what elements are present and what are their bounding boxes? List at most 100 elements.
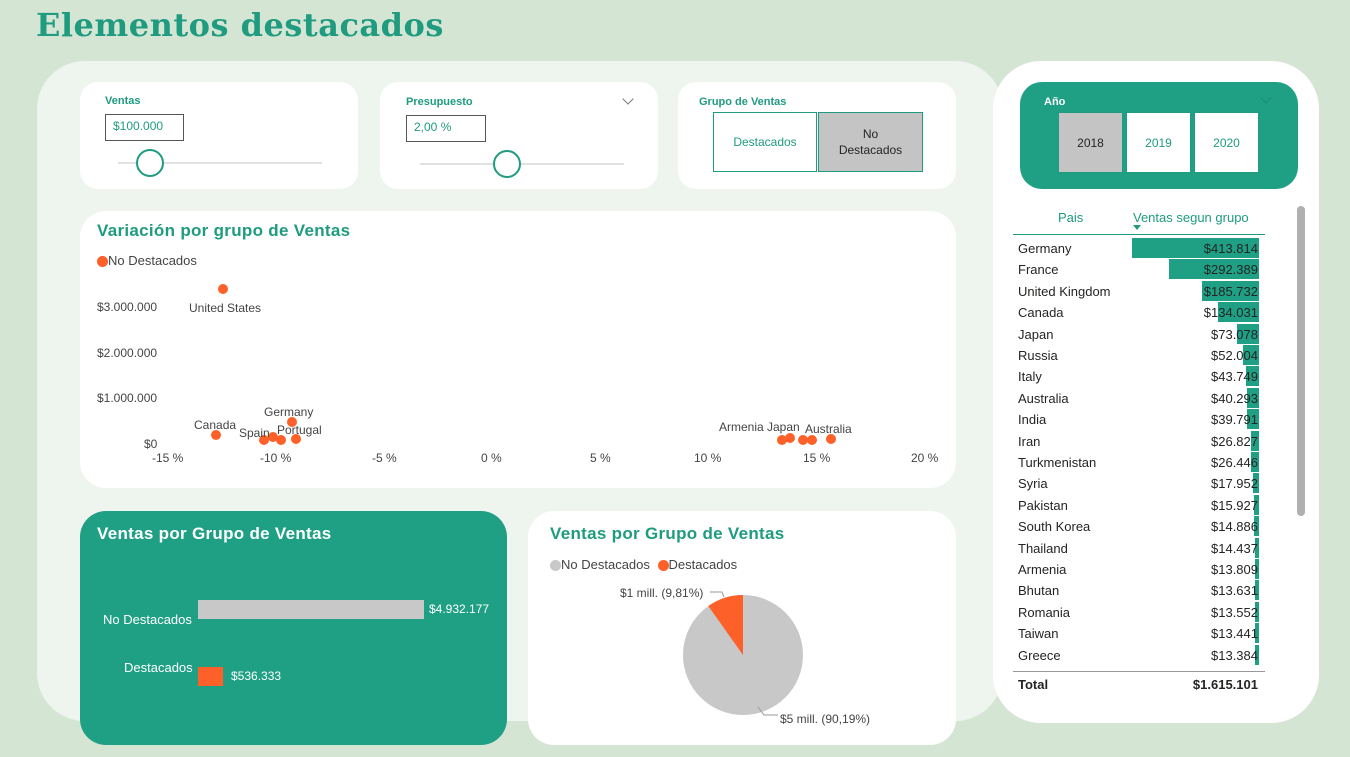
cell-pais: Germany — [1018, 241, 1072, 256]
ventas-input[interactable]: $100.000 — [105, 114, 184, 141]
chevron-down-icon[interactable] — [622, 93, 634, 105]
legend-marker — [657, 560, 669, 572]
page-title: Elementos destacados — [36, 6, 444, 44]
table-row[interactable]: Italy $43.749 — [1018, 366, 1260, 387]
table-row[interactable]: Australia $40.293 — [1018, 387, 1260, 409]
pie-legend-label: No Destacados — [561, 557, 650, 572]
legend-marker — [97, 256, 108, 268]
table-row[interactable]: France $292.389 — [1018, 259, 1260, 280]
y-tick: $0 — [144, 437, 158, 451]
cell-pais: India — [1018, 412, 1047, 428]
pie-label: $1 mill. (9,81%) — [620, 586, 704, 600]
cell-ventas: $17.952 — [1211, 476, 1258, 492]
x-tick: -15 % — [152, 451, 184, 465]
chevron-down-icon[interactable] — [1260, 92, 1272, 104]
cell-pais: Russia — [1018, 348, 1058, 363]
y-tick: $1.000.000 — [97, 391, 158, 405]
bar-no-destacados — [198, 600, 424, 619]
scatter-point[interactable] — [785, 432, 796, 443]
presupuesto-slicer-title: Presupuesto — [406, 96, 473, 108]
cell-pais: Pakistan — [1018, 497, 1068, 513]
cell-pais: Taiwan — [1018, 626, 1059, 642]
anio-option-2020[interactable]: 2020 — [1194, 112, 1259, 173]
cell-ventas: $185.732 — [1203, 283, 1258, 299]
presupuesto-slicer: Presupuesto 2,00 % — [380, 82, 658, 189]
cell-ventas: $73.078 — [1211, 326, 1258, 342]
cell-pais: Armenia — [1018, 562, 1067, 577]
table-row[interactable]: Germany $413.814 — [1018, 238, 1260, 259]
cell-pais: Australia — [1018, 390, 1069, 406]
table-row[interactable]: South Korea $14.886 — [1018, 516, 1260, 537]
cell-pais: Japan — [1018, 326, 1054, 342]
presupuesto-input[interactable]: 2,00 % — [406, 115, 486, 142]
bar-value-label: $4.932.177 — [429, 602, 490, 616]
x-tick: -5 % — [372, 451, 397, 465]
point-label: Canada — [194, 418, 237, 432]
table-row[interactable]: Japan $73.078 — [1018, 323, 1260, 345]
bar-destacados — [198, 667, 223, 686]
table-row[interactable]: Canada $134.031 — [1018, 302, 1260, 323]
table-row[interactable]: Thailand $14.437 — [1018, 537, 1260, 559]
cell-ventas: $134.031 — [1203, 305, 1258, 321]
cell-ventas: $13.552 — [1211, 604, 1258, 620]
ventas-slider-handle[interactable] — [136, 149, 164, 177]
total-divider — [1013, 671, 1265, 672]
table-row[interactable]: Armenia $13.809 — [1018, 559, 1260, 580]
cell-ventas: $26.446 — [1211, 455, 1258, 470]
pie-legend: No Destacados Destacados — [550, 557, 737, 572]
y-tick: $2.000.000 — [97, 346, 158, 360]
scatter-point[interactable] — [806, 435, 817, 446]
ventas-slicer-title: Ventas — [105, 95, 141, 107]
cell-ventas: $413.814 — [1203, 241, 1258, 256]
point-label: Australia — [805, 422, 852, 436]
x-tick: 20 % — [911, 451, 939, 465]
table-row[interactable]: Turkmenistan $26.446 — [1018, 452, 1260, 473]
sort-desc-icon[interactable] — [1133, 225, 1141, 230]
cell-pais: Thailand — [1018, 540, 1068, 556]
cell-pais: South Korea — [1018, 519, 1091, 535]
table-row[interactable]: Romania $13.552 — [1018, 601, 1260, 623]
cell-ventas: $40.293 — [1211, 390, 1258, 406]
table-row[interactable]: Iran $26.827 — [1018, 430, 1260, 452]
anio-option-2019[interactable]: 2019 — [1126, 112, 1191, 173]
presupuesto-slider-track[interactable] — [420, 163, 624, 165]
bar-chart-card — [80, 511, 507, 745]
table-row[interactable]: Taiwan $13.441 — [1018, 623, 1260, 644]
x-tick: -10 % — [260, 451, 292, 465]
table-row[interactable]: Syria $17.952 — [1018, 473, 1260, 494]
table-scrollbar[interactable] — [1297, 206, 1305, 516]
column-header-pais[interactable]: Pais — [1058, 210, 1083, 225]
table-row[interactable]: India $39.791 — [1018, 409, 1260, 430]
cell-pais: Greece — [1018, 647, 1061, 663]
table-row[interactable]: Bhutan $13.631 — [1018, 580, 1260, 601]
anio-option-2018[interactable]: 2018 — [1058, 112, 1123, 173]
cell-ventas: $13.441 — [1211, 626, 1258, 642]
legend-marker — [550, 560, 561, 572]
pie-chart-title: Ventas por Grupo de Ventas — [550, 524, 785, 543]
cell-ventas: $26.827 — [1211, 433, 1258, 449]
table-row[interactable]: United Kingdom $185.732 — [1018, 280, 1260, 302]
table-row[interactable]: Greece $13.384 — [1018, 644, 1260, 666]
grupo-option-destacados[interactable]: Destacados — [713, 112, 817, 172]
pie-legend-label: Destacados — [668, 557, 738, 572]
grupo-option-no-destacados[interactable]: No Destacados — [818, 112, 923, 172]
cell-ventas: $43.749 — [1211, 369, 1258, 385]
total-label: Total — [1018, 677, 1049, 692]
cell-pais: Syria — [1018, 476, 1048, 492]
column-header-ventas[interactable]: Ventas segun grupo — [1133, 210, 1249, 225]
scatter-legend-label: No Destacados — [108, 253, 197, 268]
total-value: $1.615.101 — [1192, 677, 1258, 692]
x-tick: 15 % — [803, 451, 831, 465]
x-tick: 10 % — [694, 451, 722, 465]
header-divider — [1013, 234, 1265, 235]
cell-pais: Bhutan — [1018, 583, 1060, 599]
grupo-slicer: Grupo de Ventas Destacados No Destacados — [678, 82, 956, 189]
table-row[interactable]: Russia $52.004 — [1018, 345, 1260, 366]
bar-chart-title: Ventas por Grupo de Ventas — [97, 524, 332, 543]
cell-ventas: $292.389 — [1203, 262, 1258, 278]
anio-slicer: Año 2018 2019 2020 — [1020, 82, 1298, 189]
table-row[interactable]: Pakistan $15.927 — [1018, 494, 1260, 516]
y-tick: $3.000.000 — [97, 300, 158, 314]
bar-value-label: $536.333 — [231, 669, 282, 683]
presupuesto-slider-handle[interactable] — [493, 150, 521, 178]
